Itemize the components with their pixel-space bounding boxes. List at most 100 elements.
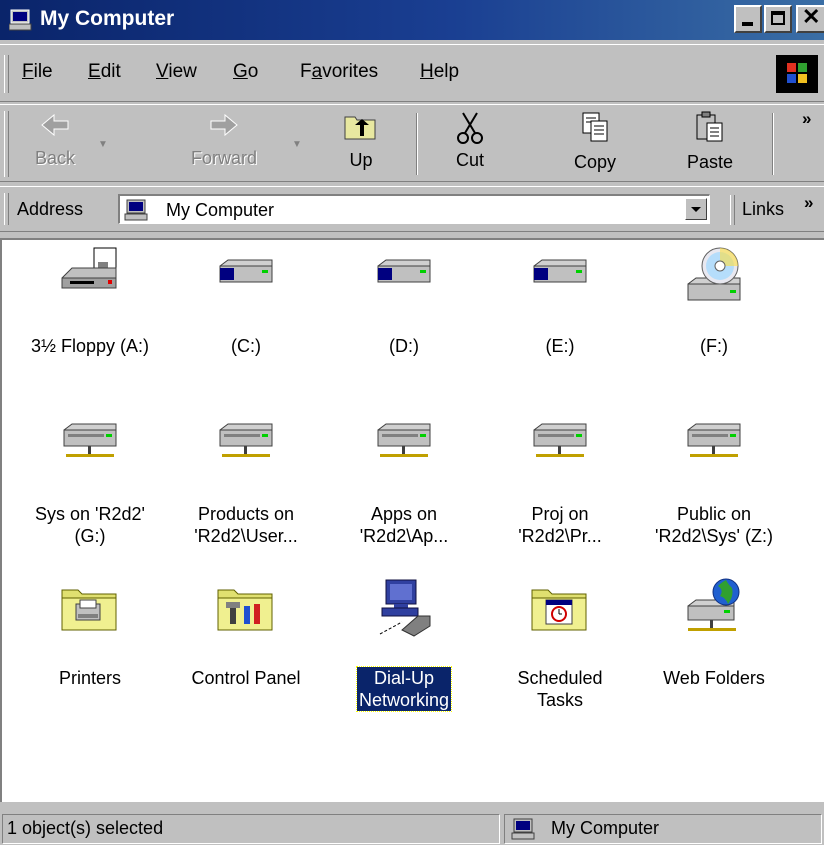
- desktop-item[interactable]: Dial-Up Networking: [324, 576, 484, 712]
- windows-logo-throbber: [776, 55, 818, 93]
- copy-icon: [560, 111, 630, 148]
- toolbar-separator: [416, 113, 418, 175]
- chevron-down-icon: [691, 207, 701, 212]
- back-dropdown-icon[interactable]: ▼: [98, 139, 108, 150]
- up-button[interactable]: Up: [326, 107, 396, 181]
- status-zone-label: My Computer: [551, 818, 660, 838]
- address-value: My Computer: [166, 200, 275, 220]
- file-view[interactable]: 3½ Floppy (A:) (C:) (D:) (E:) (F:) Sys on 'R2…: [0, 238, 824, 802]
- item-label: (E:): [545, 336, 575, 356]
- copy-button[interactable]: Copy: [560, 107, 630, 181]
- forward-label: Forward: [190, 148, 257, 168]
- menu-edit[interactable]: Edit: [88, 61, 121, 83]
- back-button[interactable]: Back: [16, 107, 94, 181]
- minimize-icon: [742, 22, 753, 26]
- forward-button[interactable]: Forward: [174, 107, 274, 181]
- scheduled-tasks-icon: [528, 576, 592, 640]
- web-folders-icon: [682, 576, 746, 640]
- control-panel-icon: [214, 576, 278, 640]
- menu-file[interactable]: File: [22, 61, 53, 83]
- item-label: (C:): [231, 336, 261, 356]
- scissors-icon: [440, 111, 500, 150]
- menu-go[interactable]: Go: [233, 61, 258, 83]
- item-label: (D:): [389, 336, 419, 356]
- toolbar-grip[interactable]: [4, 111, 9, 177]
- desktop-item[interactable]: Scheduled Tasks: [480, 576, 640, 711]
- desktop-item[interactable]: Web Folders: [634, 576, 794, 689]
- printers-folder-icon: [58, 576, 122, 640]
- desktop-item[interactable]: (F:): [634, 244, 794, 357]
- status-selection-text: 1 object(s) selected: [2, 814, 500, 844]
- address-bar-grip[interactable]: [4, 193, 9, 225]
- maximize-button[interactable]: [764, 5, 792, 33]
- item-label: Sys on 'R2d2' (G:): [35, 504, 145, 546]
- desktop-item[interactable]: Printers: [10, 576, 170, 689]
- item-label: Proj on 'R2d2\Pr...: [518, 504, 602, 546]
- desktop-item[interactable]: Products on 'R2d2\User...: [166, 412, 326, 547]
- my-computer-icon: [511, 818, 537, 845]
- cut-label: Cut: [455, 150, 484, 170]
- floppy-drive-icon: [58, 244, 122, 308]
- menu-favorites[interactable]: Favorites: [300, 61, 378, 83]
- address-label: Address: [17, 199, 84, 219]
- forward-dropdown-icon[interactable]: ▼: [292, 139, 302, 150]
- cd-drive-icon: [682, 244, 746, 308]
- my-computer-icon: [124, 199, 150, 226]
- desktop-item[interactable]: 3½ Floppy (A:): [10, 244, 170, 357]
- item-label: Printers: [58, 668, 121, 688]
- my-computer-icon: [8, 9, 33, 36]
- network-drive-icon: [682, 412, 746, 476]
- links-label[interactable]: Links: [742, 199, 784, 220]
- toolbar-separator: [772, 113, 774, 175]
- menu-bar-grip[interactable]: [4, 55, 9, 93]
- item-label: Web Folders: [663, 668, 765, 688]
- paste-label: Paste: [686, 152, 734, 172]
- hard-drive-icon: [528, 244, 592, 308]
- address-dropdown-button[interactable]: [685, 198, 707, 220]
- address-bar: Address My Computer Links »: [0, 186, 824, 232]
- status-bar: 1 object(s) selected My Computer: [0, 806, 824, 845]
- up-label: Up: [349, 150, 373, 170]
- links-more-chevron[interactable]: »: [804, 193, 813, 213]
- up-folder-icon: [326, 111, 396, 146]
- desktop-item[interactable]: Sys on 'R2d2' (G:): [10, 412, 170, 547]
- desktop-item[interactable]: (C:): [166, 244, 326, 357]
- links-grip[interactable]: [730, 195, 735, 225]
- item-label: Control Panel: [191, 668, 301, 688]
- desktop-item[interactable]: (E:): [480, 244, 640, 357]
- cut-button[interactable]: Cut: [440, 107, 500, 181]
- desktop-item[interactable]: Public on 'R2d2\Sys' (Z:): [634, 412, 794, 547]
- item-label: Dial-Up Networking: [355, 666, 453, 712]
- item-label: Public on 'R2d2\Sys' (Z:): [655, 504, 773, 546]
- forward-arrow-icon: [174, 111, 274, 144]
- paste-icon: [672, 111, 748, 148]
- address-input[interactable]: My Computer: [118, 194, 710, 224]
- menu-view[interactable]: View: [156, 61, 197, 83]
- network-drive-icon: [214, 412, 278, 476]
- title-bar[interactable]: My Computer ✕: [0, 0, 824, 40]
- back-label: Back: [34, 148, 76, 168]
- desktop-item[interactable]: Proj on 'R2d2\Pr...: [480, 412, 640, 547]
- desktop-item[interactable]: Control Panel: [166, 576, 326, 689]
- item-label: Apps on 'R2d2\Ap...: [359, 504, 449, 546]
- maximize-icon: [771, 11, 785, 25]
- dialup-networking-icon: [372, 576, 436, 640]
- paste-button[interactable]: Paste: [672, 107, 748, 181]
- back-arrow-icon: [16, 111, 94, 144]
- status-zone: My Computer: [504, 814, 822, 844]
- hard-drive-icon: [214, 244, 278, 308]
- window-title: My Computer: [40, 7, 175, 30]
- item-label: Products on 'R2d2\User...: [194, 504, 298, 546]
- desktop-item[interactable]: Apps on 'R2d2\Ap...: [324, 412, 484, 547]
- menu-bar: File Edit View Go Favorites Help: [0, 44, 824, 102]
- network-drive-icon: [58, 412, 122, 476]
- desktop-item[interactable]: (D:): [324, 244, 484, 357]
- menu-help[interactable]: Help: [420, 61, 459, 83]
- item-label: (F:): [700, 336, 728, 356]
- network-drive-icon: [372, 412, 436, 476]
- toolbar-more-chevron[interactable]: »: [802, 109, 811, 129]
- hard-drive-icon: [372, 244, 436, 308]
- copy-label: Copy: [573, 152, 617, 172]
- minimize-button[interactable]: [734, 5, 762, 33]
- close-button[interactable]: ✕: [796, 5, 824, 33]
